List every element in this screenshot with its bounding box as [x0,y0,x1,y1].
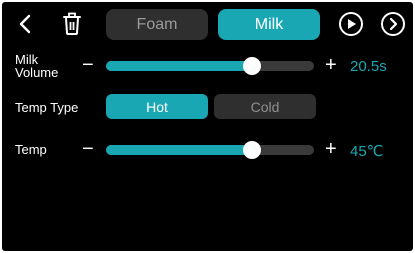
milk-volume-slider-fill [106,61,252,71]
milk-volume-label: Milk Volume [15,53,75,79]
temp-increase-button[interactable]: + [325,139,337,159]
tab-foam-label: Foam [136,15,178,33]
milk-volume-slider-thumb[interactable] [242,57,261,75]
device-screen: Foam Milk Milk Volume − + 20.5s Temp Typ… [2,2,413,251]
milk-volume-slider[interactable] [106,57,314,75]
temp-decrease-button[interactable]: − [82,139,94,159]
temp-type-cold-button[interactable]: Cold [214,94,316,119]
play-circle-icon[interactable] [338,11,364,37]
temp-value: 45℃ [350,143,384,160]
back-arrow-icon[interactable] [14,13,36,35]
temp-label: Temp [15,142,47,157]
next-circle-icon[interactable] [380,11,406,37]
milk-volume-label-line2: Volume [15,65,59,80]
trash-icon[interactable] [60,11,84,37]
temp-slider-fill [106,145,252,155]
tab-milk-label: Milk [254,15,284,33]
tab-foam[interactable]: Foam [106,9,208,40]
temp-type-hot-button[interactable]: Hot [106,94,208,119]
temp-slider[interactable] [106,141,314,159]
milk-volume-value: 20.5s [350,58,387,75]
tab-milk[interactable]: Milk [218,9,320,40]
milk-volume-increase-button[interactable]: + [325,55,337,75]
temp-type-hot-label: Hot [146,98,168,115]
temp-slider-thumb[interactable] [242,141,261,159]
temp-type-cold-label: Cold [250,98,280,115]
milk-volume-decrease-button[interactable]: − [82,55,94,75]
temp-type-label: Temp Type [15,100,79,115]
